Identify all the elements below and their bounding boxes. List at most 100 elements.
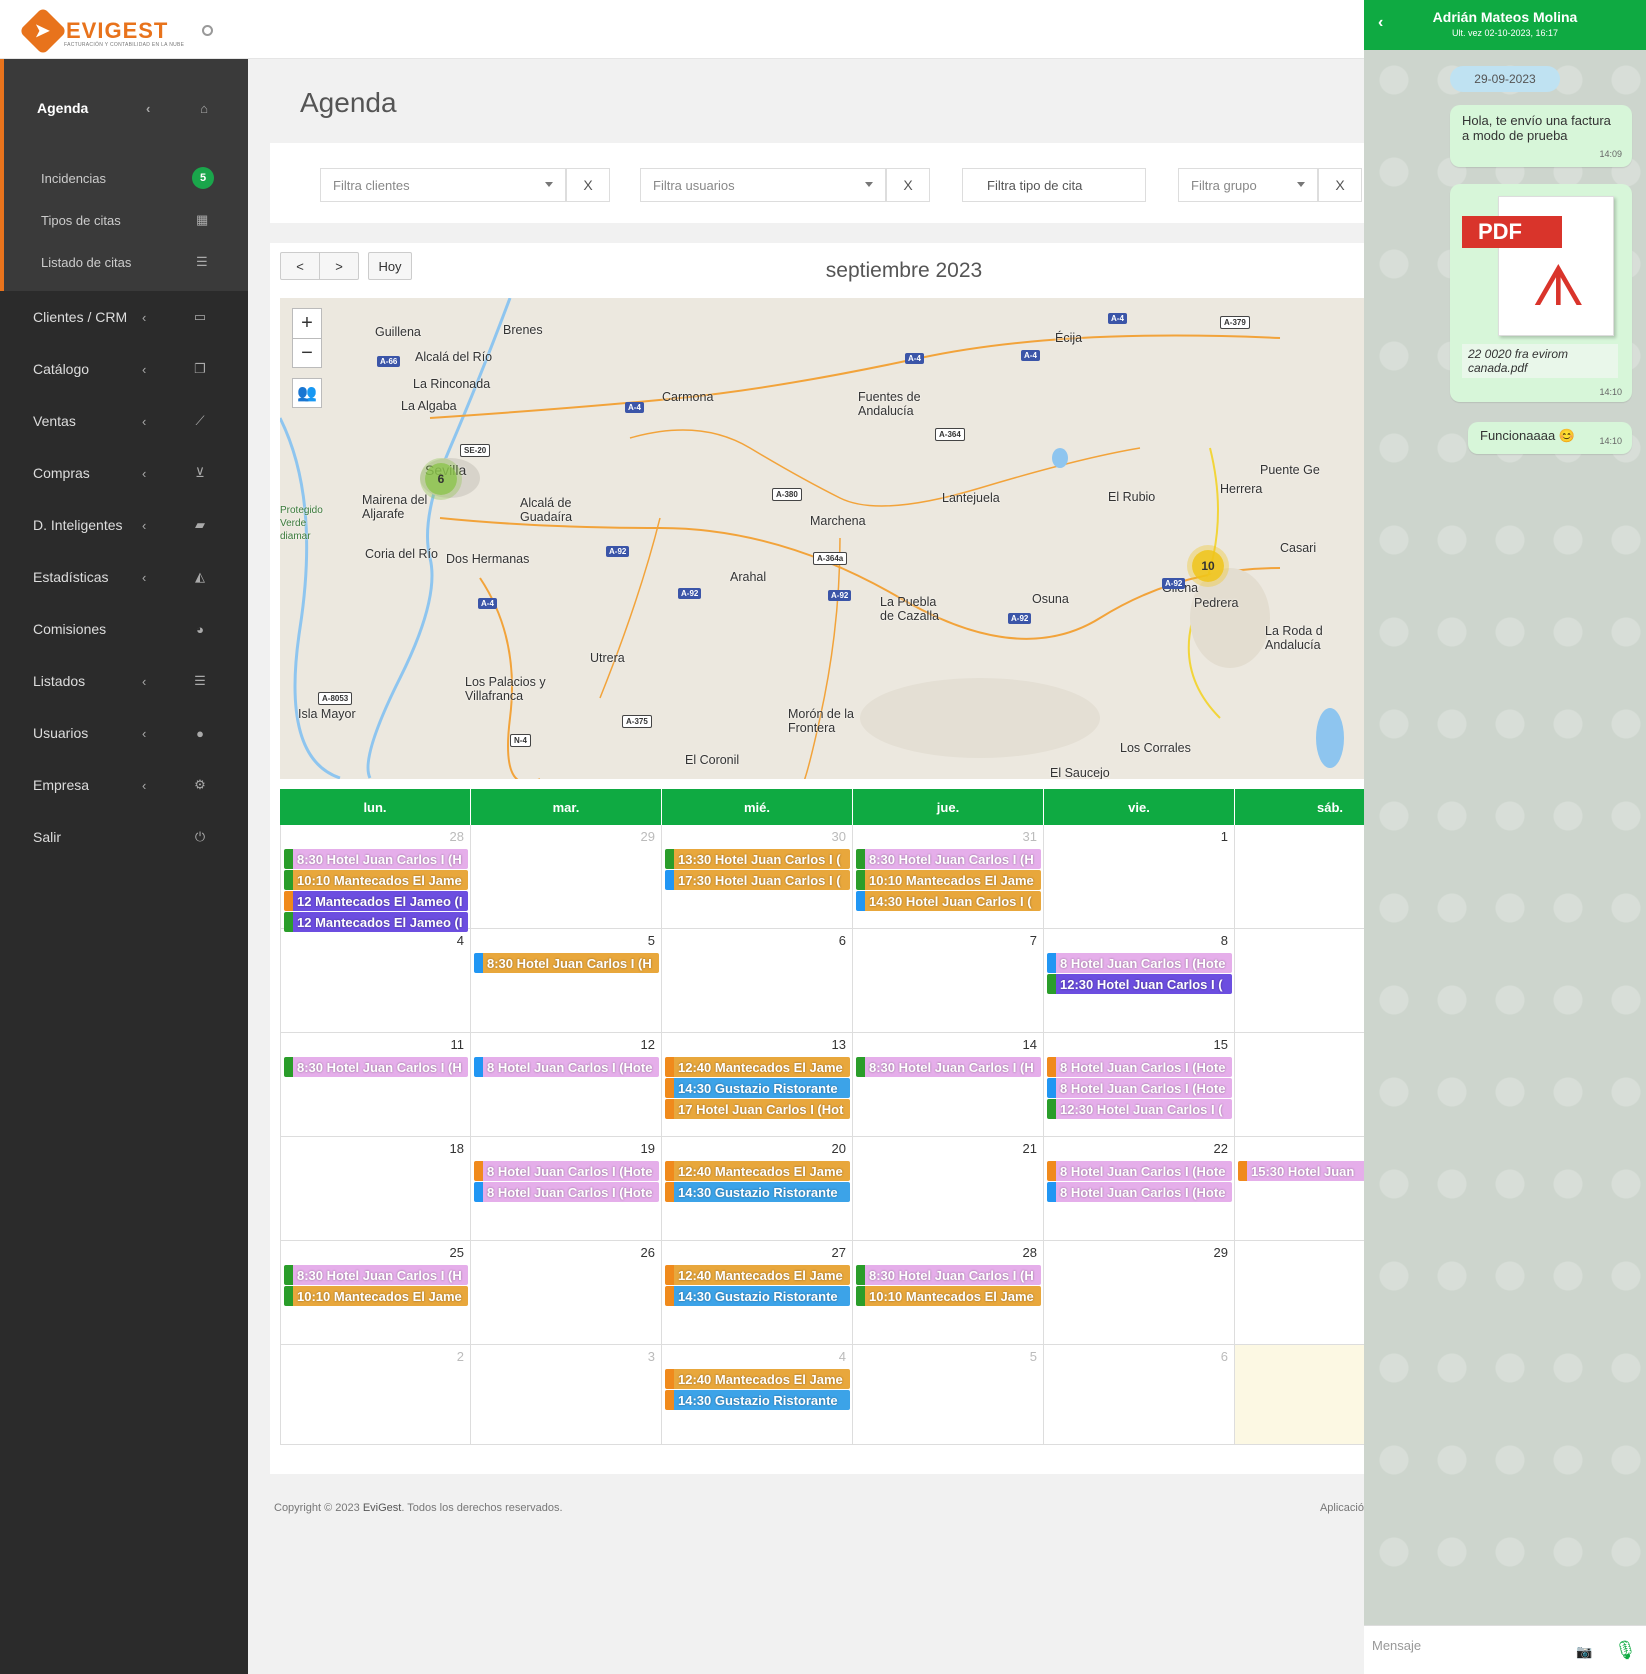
sidebar-item-comisiones[interactable]: Comisiones ◕	[0, 603, 248, 655]
calendar-event[interactable]: 14:30 Gustazio Ristorante	[665, 1390, 850, 1410]
day-cell[interactable]: 7	[853, 929, 1044, 1032]
day-cell[interactable]: 25 8:30 Hotel Juan Carlos I (H 10:10 Mante…	[280, 1241, 471, 1344]
calendar-event[interactable]: 8 Hotel Juan Carlos I (Hote	[1047, 953, 1232, 973]
chat-file-name[interactable]: 22 0020 fra evirom canada.pdf	[1462, 344, 1618, 378]
day-cell[interactable]: 5 8:30 Hotel Juan Carlos I (H	[471, 929, 662, 1032]
chat-message-input[interactable]: Mensaje	[1372, 1638, 1421, 1653]
calendar-event[interactable]: 12:40 Mantecados El Jame	[665, 1265, 850, 1285]
calendar-event[interactable]: 8 Hotel Juan Carlos I (Hote	[1047, 1078, 1232, 1098]
group-filter-select[interactable]: Filtra grupo	[1178, 168, 1318, 202]
calendar-event[interactable]: 13:30 Hotel Juan Carlos I (	[665, 849, 850, 869]
chat-messages[interactable]: 29-09-2023 Hola, te envío una factura a …	[1364, 50, 1646, 1625]
sidebar-item-clientes-crm[interactable]: Clientes / CRM ‹ ▭	[0, 291, 248, 343]
day-cell[interactable]: 1	[1044, 825, 1235, 928]
sidebar-item-empresa[interactable]: Empresa ‹ ⚙	[0, 759, 248, 811]
day-cell[interactable]: 22 8 Hotel Juan Carlos I (Hote 8 Hotel Jua…	[1044, 1137, 1235, 1240]
day-cell[interactable]: 12 8 Hotel Juan Carlos I (Hote	[471, 1033, 662, 1136]
calendar-event[interactable]: 8 Hotel Juan Carlos I (Hote	[1047, 1182, 1232, 1202]
calendar-event[interactable]: 12:40 Mantecados El Jame	[665, 1057, 850, 1077]
clear-user-filter-button[interactable]: X	[886, 168, 930, 202]
day-cell[interactable]: 28 8:30 Hotel Juan Carlos I (H 10:10 Mante…	[280, 825, 471, 932]
sidebar-item-usuarios[interactable]: Usuarios ‹ ●	[0, 707, 248, 759]
map-zoom-in-button[interactable]: +	[292, 308, 322, 338]
clear-client-filter-button[interactable]: X	[566, 168, 610, 202]
calendar-event[interactable]: 10:10 Mantecados El Jame	[856, 1286, 1041, 1306]
calendar-event[interactable]: 8:30 Hotel Juan Carlos I (H	[284, 1057, 468, 1077]
sidebar-subitem-listado-de-citas[interactable]: Listado de citas ☰	[4, 241, 248, 291]
calendar-event[interactable]: 8:30 Hotel Juan Carlos I (H	[856, 849, 1041, 869]
calendar-event[interactable]: 8 Hotel Juan Carlos I (Hote	[474, 1182, 659, 1202]
sidebar-item-ventas[interactable]: Ventas ‹ ⟋	[0, 395, 248, 447]
calendar-event[interactable]: 14:30 Gustazio Ristorante	[665, 1078, 850, 1098]
calendar-event[interactable]: 8 Hotel Juan Carlos I (Hote	[474, 1161, 659, 1181]
day-cell[interactable]: 6	[662, 929, 853, 1032]
calendar-event[interactable]: 12:40 Mantecados El Jame	[665, 1161, 850, 1181]
footer-brand-link[interactable]: EviGest	[363, 1502, 402, 1514]
sidebar-item-estadisticas[interactable]: Estadísticas ‹ ◭	[0, 551, 248, 603]
day-cell[interactable]: 4 12:40 Mantecados El Jame 14:30 Gustazio …	[662, 1345, 853, 1444]
calendar-event[interactable]: 8:30 Hotel Juan Carlos I (H	[284, 1265, 468, 1285]
calendar-event[interactable]: 8:30 Hotel Juan Carlos I (H	[856, 1265, 1041, 1285]
evigest-logo[interactable]: ➤ EVIGEST FACTURACIÓN Y CONTABILIDAD EN …	[18, 6, 184, 56]
day-cell[interactable]: 8 8 Hotel Juan Carlos I (Hote 12:30 Hotel …	[1044, 929, 1235, 1032]
calendar-event[interactable]: 8 Hotel Juan Carlos I (Hote	[1047, 1057, 1232, 1077]
day-cell[interactable]: 14 8:30 Hotel Juan Carlos I (H	[853, 1033, 1044, 1136]
day-cell[interactable]: 19 8 Hotel Juan Carlos I (Hote 8 Hotel Jua…	[471, 1137, 662, 1240]
day-cell[interactable]: 15 8 Hotel Juan Carlos I (Hote 8 Hotel Jua…	[1044, 1033, 1235, 1136]
sidebar-item-d-inteligentes[interactable]: D. Inteligentes ‹ ▰	[0, 499, 248, 551]
day-cell[interactable]: 3	[471, 1345, 662, 1444]
chat-file-message[interactable]: PDF ᗑ 22 0020 fra evirom canada.pdf 14:1…	[1450, 184, 1632, 402]
day-cell[interactable]: 5	[853, 1345, 1044, 1444]
sidebar-item-salir[interactable]: Salir ⏻	[0, 811, 248, 863]
calendar-event[interactable]: 10:10 Mantecados El Jame	[856, 870, 1041, 890]
sidebar-item-listados[interactable]: Listados ‹ ☰	[0, 655, 248, 707]
sidebar-item-compras[interactable]: Compras ‹ ⊻	[0, 447, 248, 499]
calendar-event[interactable]: 8:30 Hotel Juan Carlos I (H	[474, 953, 659, 973]
map-cluster-marker[interactable]: 10	[1192, 550, 1224, 582]
calendar-event[interactable]: 17:30 Hotel Juan Carlos I (	[665, 870, 850, 890]
calendar-event[interactable]: 8:30 Hotel Juan Carlos I (H	[284, 849, 468, 869]
day-cell[interactable]: 28 8:30 Hotel Juan Carlos I (H 10:10 Mante…	[853, 1241, 1044, 1344]
day-cell[interactable]: 27 12:40 Mantecados El Jame 14:30 Gustazio…	[662, 1241, 853, 1344]
day-cell[interactable]: 11 8:30 Hotel Juan Carlos I (H	[280, 1033, 471, 1136]
day-cell[interactable]: 4	[280, 929, 471, 1032]
client-filter-select[interactable]: Filtra clientes	[320, 168, 566, 202]
calendar-event[interactable]: 8 Hotel Juan Carlos I (Hote	[474, 1057, 659, 1077]
sidebar-item-catalogo[interactable]: Catálogo ‹ ❐	[0, 343, 248, 395]
map-zoom-out-button[interactable]: −	[292, 338, 322, 368]
user-filter-select[interactable]: Filtra usuarios	[640, 168, 886, 202]
group-users-icon[interactable]: 👥	[292, 378, 322, 408]
calendar-event[interactable]: 14:30 Gustazio Ristorante	[665, 1286, 850, 1306]
camera-icon[interactable]: 📷	[1576, 1644, 1592, 1660]
calendar-event[interactable]: 10:10 Mantecados El Jame	[284, 870, 468, 890]
chevron-left-icon[interactable]: ‹	[1378, 14, 1383, 32]
day-cell[interactable]: 6	[1044, 1345, 1235, 1444]
day-cell[interactable]: 20 12:40 Mantecados El Jame 14:30 Gustazio…	[662, 1137, 853, 1240]
calendar-event[interactable]: 14:30 Hotel Juan Carlos I (	[856, 891, 1041, 911]
sidebar-pin-icon[interactable]	[202, 25, 213, 36]
sidebar-subitem-tipos-de-citas[interactable]: Tipos de citas ▦	[4, 199, 248, 241]
day-cell[interactable]: 18	[280, 1137, 471, 1240]
calendar-event[interactable]: 17 Hotel Juan Carlos I (Hot	[665, 1099, 850, 1119]
calendar-event[interactable]: 12:40 Mantecados El Jame	[665, 1369, 850, 1389]
day-cell[interactable]: 21	[853, 1137, 1044, 1240]
sidebar-subitem-incidencias[interactable]: Incidencias 5	[4, 157, 248, 199]
day-cell[interactable]: 13 12:40 Mantecados El Jame 14:30 Gustazio…	[662, 1033, 853, 1136]
calendar-event[interactable]: 12 Mantecados El Jameo (I	[284, 891, 468, 911]
day-cell[interactable]: 30 13:30 Hotel Juan Carlos I (17:30 Hotel…	[662, 825, 853, 928]
appointments-map[interactable]: + − 👥 Guillena Brenes Alcalá del Río La …	[280, 298, 1364, 779]
calendar-event[interactable]: 12:30 Hotel Juan Carlos I (	[1047, 974, 1232, 994]
clear-group-filter-button[interactable]: X	[1318, 168, 1362, 202]
day-cell[interactable]: 2	[280, 1345, 471, 1444]
calendar-event[interactable]: 10:10 Mantecados El Jame	[284, 1286, 468, 1306]
calendar-event[interactable]: 14:30 Gustazio Ristorante	[665, 1182, 850, 1202]
map-cluster-marker[interactable]: 6	[425, 463, 457, 495]
calendar-event[interactable]: 8:30 Hotel Juan Carlos I (H	[856, 1057, 1041, 1077]
day-cell[interactable]: 26	[471, 1241, 662, 1344]
sidebar-item-agenda[interactable]: Agenda ‹ ⌂	[4, 59, 248, 157]
calendar-event[interactable]: 8 Hotel Juan Carlos I (Hote	[1047, 1161, 1232, 1181]
microphone-icon[interactable]: 🎙	[1614, 1640, 1637, 1661]
day-cell[interactable]: 29	[1044, 1241, 1235, 1344]
calendar-event[interactable]: 12:30 Hotel Juan Carlos I (	[1047, 1099, 1232, 1119]
appointment-type-filter-input[interactable]: Filtra tipo de cita	[962, 168, 1146, 202]
